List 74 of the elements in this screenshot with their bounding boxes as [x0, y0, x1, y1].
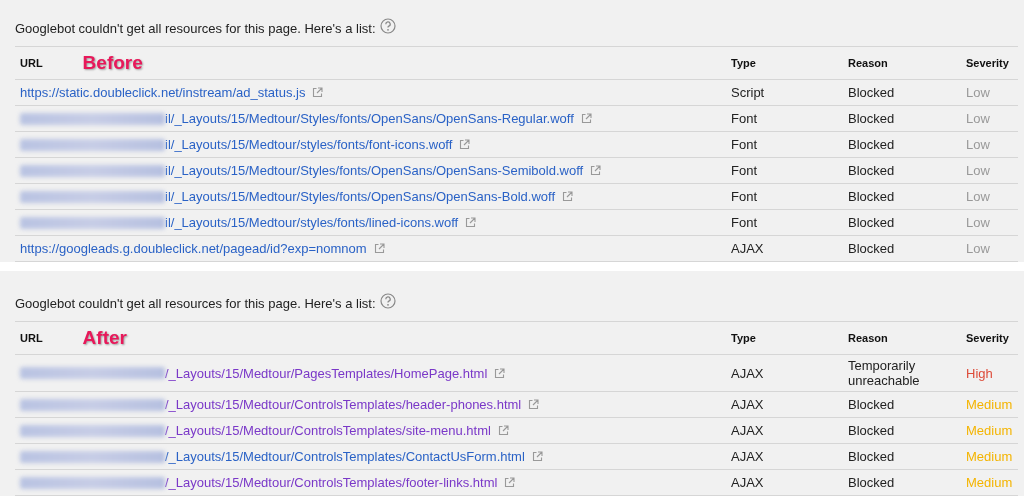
external-link-icon[interactable] — [590, 165, 602, 176]
external-link-icon[interactable] — [562, 191, 573, 202]
severity-cell: Low — [966, 215, 990, 230]
type-cell: AJAX — [731, 475, 764, 490]
severity-cell: Low — [966, 241, 990, 256]
resource-link[interactable]: /_Layouts/15/Medtour/ControlsTemplates/footer-links.html — [165, 475, 498, 490]
column-header: URL — [20, 332, 43, 344]
reason-cell-text: Blocked — [848, 475, 896, 490]
resource-link[interactable]: https://static.doubleclick.net/instream/ad_status.js — [20, 85, 306, 100]
reason-cell-text: Blocked — [848, 85, 896, 100]
severity-cell: Low — [966, 189, 990, 204]
resource-link[interactable]: il/_Layouts/15/Medtour/Styles/fonts/OpenSans/OpenSans-Semibold.woff — [165, 163, 584, 178]
type-cell: AJAX — [731, 449, 764, 464]
column-header: Reason — [848, 332, 888, 344]
type-cell: AJAX — [731, 241, 764, 256]
column-header: URL — [20, 57, 43, 69]
resource-link[interactable]: /_Layouts/15/Medtour/ControlsTemplates/site-menu.html — [165, 423, 491, 438]
reason-cell-text: Blocked — [848, 163, 896, 178]
severity-cell: Medium — [966, 397, 1013, 412]
column-header: Severity — [966, 332, 1009, 344]
severity-cell: Low — [966, 163, 990, 178]
type-cell: Font — [731, 137, 757, 152]
type-cell: Font — [731, 215, 757, 230]
reason-cell-text: Blocked — [848, 397, 896, 412]
severity-cell: Medium — [966, 423, 1013, 438]
severity-cell: Low — [966, 137, 990, 152]
resource-link[interactable]: il/_Layouts/15/Medtour/styles/fonts/font-icons.woff — [165, 137, 453, 152]
type-cell: Font — [731, 163, 757, 178]
reason-cell-text: Blocked — [848, 215, 896, 230]
resource-link[interactable]: https://googleads.g.doubleclick.net/pagead/id?exp=nomnom — [20, 241, 367, 256]
external-link-icon[interactable] — [580, 113, 592, 124]
external-link-icon[interactable] — [312, 87, 324, 98]
external-link-icon[interactable] — [497, 425, 509, 436]
reason-cell-text: Temporarily unreachable — [848, 358, 921, 388]
help-icon[interactable] — [379, 293, 396, 309]
annotation-label: Before — [82, 52, 143, 74]
resource-link[interactable]: /_Layouts/15/Medtour/PagesTemplates/HomePage.html — [165, 365, 488, 381]
type-cell: Script — [731, 85, 765, 100]
reason-cell-text: Blocked — [848, 423, 896, 438]
type-cell: AJAX — [731, 423, 764, 438]
severity-cell: High — [966, 365, 993, 381]
intro-text: Googlebot couldn't get all resources for this page. Here's a list: — [15, 20, 376, 36]
external-link-icon[interactable] — [531, 451, 543, 462]
type-cell: Font — [731, 111, 757, 126]
intro-text: Googlebot couldn't get all resources for this page. Here's a list: — [15, 295, 376, 311]
annotation-label: After — [82, 327, 127, 349]
resource-link[interactable]: /_Layouts/15/Medtour/ControlsTemplates/ContactUsForm.html — [165, 449, 525, 464]
column-header: Type — [731, 57, 756, 69]
resource-link[interactable]: /_Layouts/15/Medtour/ControlsTemplates/header-phones.html — [165, 397, 522, 412]
severity-cell: Medium — [966, 449, 1013, 464]
help-icon[interactable] — [379, 18, 396, 34]
column-header: Type — [731, 332, 756, 344]
external-link-icon[interactable] — [465, 217, 477, 228]
severity-cell: Low — [966, 111, 990, 126]
external-link-icon[interactable] — [373, 243, 385, 254]
resource-link[interactable]: il/_Layouts/15/Medtour/styles/fonts/lined-icons.woff — [165, 215, 459, 230]
type-cell: AJAX — [731, 365, 764, 381]
reason-cell-text: Blocked — [848, 449, 896, 464]
severity-cell: Low — [966, 85, 990, 100]
severity-cell: Medium — [966, 475, 1013, 490]
type-cell: Font — [731, 189, 757, 204]
reason-cell-text: Blocked — [848, 111, 896, 126]
reason-cell-text: Blocked — [848, 241, 896, 256]
resource-link[interactable]: il/_Layouts/15/Medtour/Styles/fonts/OpenSans/OpenSans-Bold.woff — [165, 189, 555, 204]
resource-link[interactable]: il/_Layouts/15/Medtour/Styles/fonts/OpenSans/OpenSans-Regular.woff — [165, 111, 574, 126]
external-link-icon[interactable] — [504, 477, 516, 488]
external-link-icon[interactable] — [494, 367, 506, 379]
column-header: Severity — [966, 57, 1009, 69]
external-link-icon[interactable] — [528, 399, 540, 410]
external-link-icon[interactable] — [459, 139, 471, 150]
column-header: Reason — [848, 57, 888, 69]
reason-cell-text: Blocked — [848, 137, 896, 152]
reason-cell-text: Blocked — [848, 189, 896, 204]
type-cell: AJAX — [731, 397, 764, 412]
